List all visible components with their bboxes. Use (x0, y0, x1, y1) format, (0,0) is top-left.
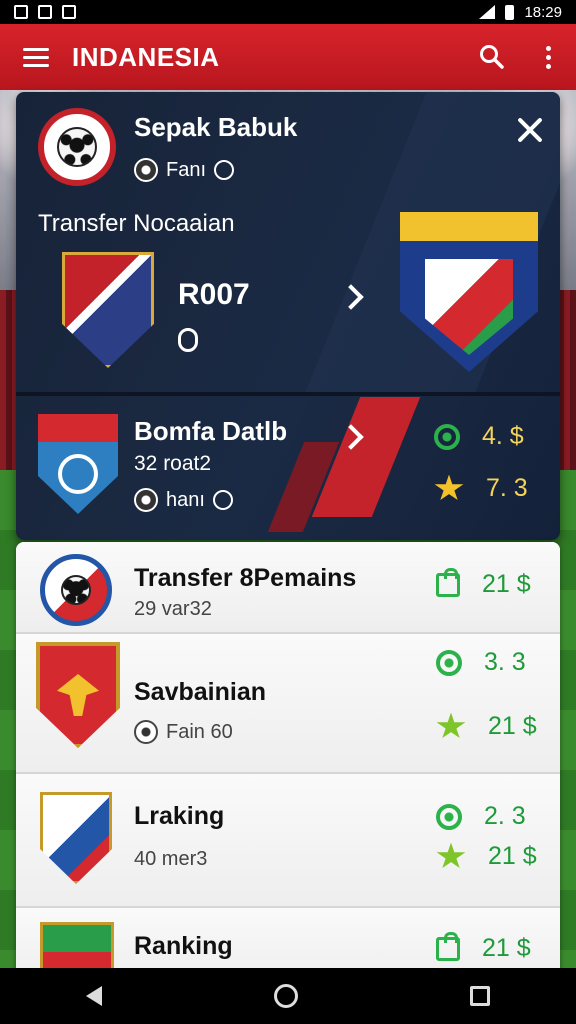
featured-card[interactable]: Sepak Babuk Fanı Transfer Nocaaian R007 … (16, 92, 560, 540)
shopping-bag-icon (436, 931, 460, 961)
list-item[interactable]: Transfer 8Pemains 29 var32 21 $ (16, 542, 560, 634)
list-item-title: Lraking (134, 802, 225, 830)
info-icon[interactable] (212, 490, 233, 510)
team-crest (38, 414, 118, 514)
home-icon[interactable] (274, 984, 298, 1008)
list-item-value: 3. 3 (484, 648, 526, 676)
soccer-ball-icon (57, 127, 97, 167)
zero-badge-icon (178, 328, 198, 352)
gallery-icon (38, 5, 52, 19)
fans-icon (134, 720, 158, 744)
list-item-title: Transfer 8Pemains (134, 564, 357, 592)
list-item-value: 21 $ (488, 842, 537, 870)
transfer-section-title: Transfer Nocaaian (38, 210, 235, 237)
star-icon (436, 712, 466, 738)
list-item[interactable]: Savbainian Fain 60 3. 3 21 $ (16, 634, 560, 774)
club-crest (40, 554, 112, 626)
list-item-title: Ranking (134, 932, 233, 960)
shopping-bag-icon (436, 567, 460, 597)
league-logo (38, 108, 116, 186)
close-button[interactable] (514, 114, 546, 146)
star-icon (434, 474, 464, 500)
battery-icon (505, 4, 515, 20)
team-name: Bomfa Datlb (134, 416, 288, 446)
list-item-sub: 29 var32 (134, 598, 212, 620)
list-item-sub: 40 mer3 (134, 848, 208, 870)
transfer-number: R007 (178, 278, 250, 311)
system-nav-bar (0, 968, 576, 1024)
more-vert-icon (545, 45, 551, 69)
back-icon[interactable] (86, 986, 102, 1006)
list-item-title: Savbainian (134, 678, 266, 706)
status-time: 18:29 (524, 3, 562, 21)
list-item-value: 21 $ (482, 570, 531, 598)
menu-icon[interactable] (0, 24, 72, 90)
team-stat1: 4. $ (482, 422, 524, 450)
coin-icon (436, 803, 462, 830)
search-button[interactable] (464, 24, 520, 90)
from-club-crest (62, 252, 154, 368)
coin-icon (434, 423, 460, 450)
club-crest (36, 642, 120, 748)
list-item-sub: Fain 60 (166, 720, 233, 743)
android-icon (62, 5, 76, 19)
coin-icon (436, 649, 462, 676)
list-item-value: 21 $ (482, 934, 531, 962)
search-icon (480, 45, 504, 69)
recent-apps-icon[interactable] (470, 986, 490, 1006)
featured-subtitle: Fanı (166, 158, 207, 181)
app-title: INDANESIA (72, 41, 220, 72)
transfer-list: Transfer 8Pemains 29 var32 21 $ Savbaini… (16, 542, 560, 982)
fans-icon (134, 488, 158, 512)
star-icon (436, 842, 466, 868)
info-icon[interactable] (214, 160, 235, 180)
club-crest (40, 792, 112, 884)
list-item-value: 2. 3 (484, 802, 526, 830)
team-line2: hanı (166, 488, 205, 511)
fans-icon (134, 158, 158, 182)
photo-icon (14, 5, 28, 19)
team-line1: 32 roat2 (134, 452, 212, 475)
list-item-value: 21 $ (488, 712, 537, 740)
list-item[interactable]: Lraking 40 mer3 2. 3 21 $ (16, 774, 560, 908)
team-stat2: 7. 3 (486, 474, 528, 502)
status-bar: 18:29 (0, 0, 576, 24)
overflow-menu-button[interactable] (520, 24, 576, 90)
app-bar: INDANESIA (0, 24, 576, 90)
featured-title: Sepak Babuk (134, 112, 298, 142)
signal-icon (479, 5, 496, 19)
